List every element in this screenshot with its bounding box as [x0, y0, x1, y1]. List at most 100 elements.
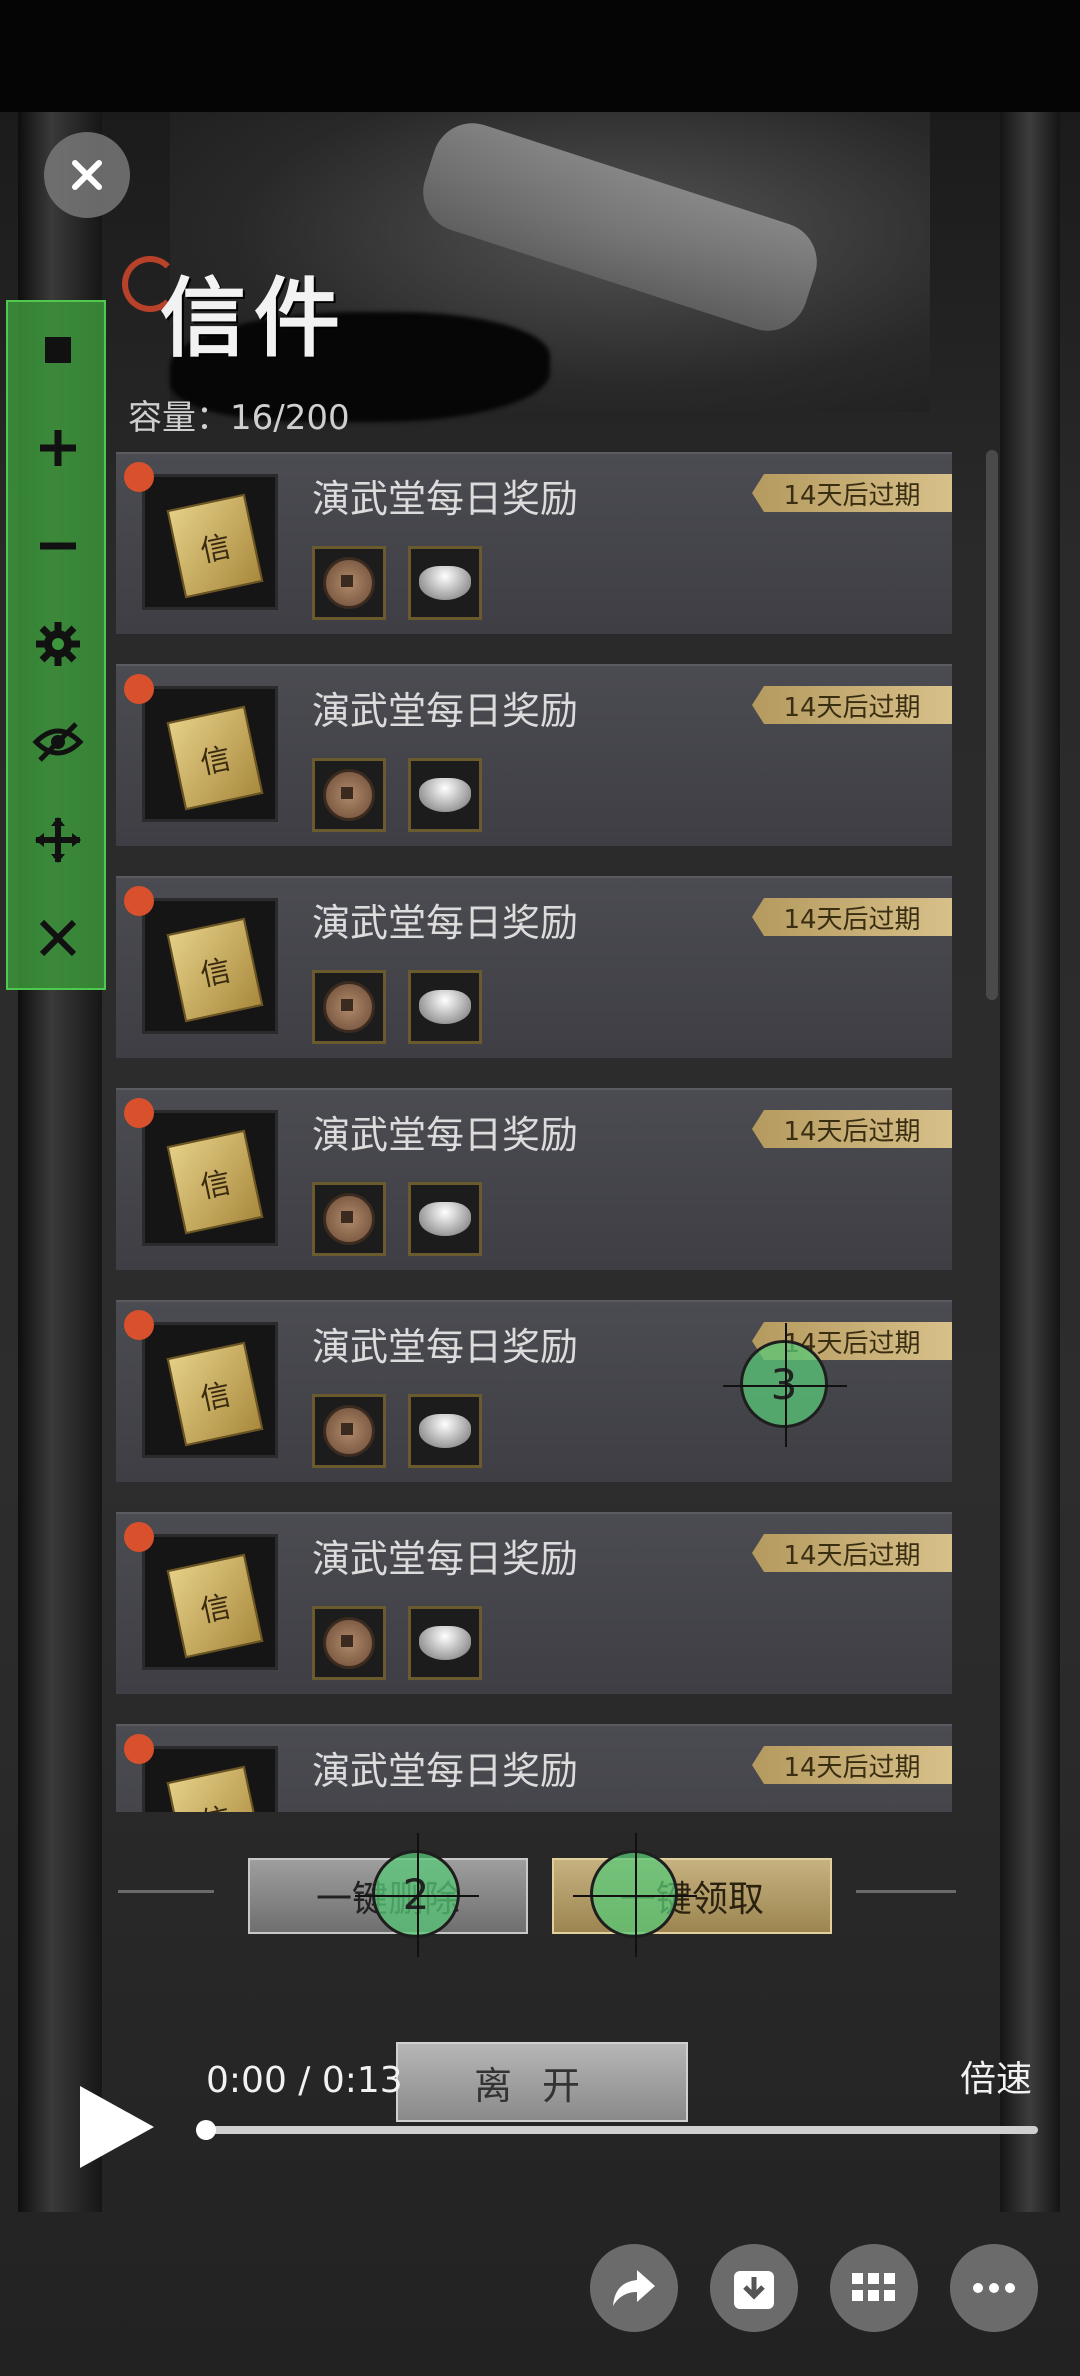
- close-button[interactable]: [44, 132, 130, 218]
- letter-char: 信: [197, 1377, 235, 1418]
- letter-paper: 信: [166, 493, 264, 599]
- unread-dot: [124, 1734, 154, 1764]
- copper-coin-icon: [323, 1617, 375, 1669]
- unread-dot: [124, 1098, 154, 1128]
- letter-char: 信: [196, 1793, 234, 1812]
- mail-row[interactable]: 信 演武堂每日奖励 14天后过期: [116, 452, 952, 634]
- overlay-toolbar: [6, 300, 106, 990]
- mail-list: 信演武堂每日奖励 14天后过期信演武堂每日奖励 14天后过期信演武堂每日奖励 14天后…: [116, 452, 952, 1812]
- unread-dot: [124, 1310, 154, 1340]
- expire-badge: 14天后过期: [752, 1534, 952, 1572]
- unread-dot: [124, 674, 154, 704]
- expire-badge: 14天后过期: [752, 686, 952, 724]
- apps-button[interactable]: [830, 2244, 918, 2332]
- unread-dot: [124, 886, 154, 916]
- silver-ingot-icon: [419, 990, 471, 1024]
- list-scrollbar[interactable]: [986, 450, 998, 1000]
- mail-title: 演武堂每日奖励: [312, 901, 579, 945]
- mail-row[interactable]: 信 演武堂每日奖励 14天后过期: [116, 1088, 952, 1270]
- letter-char: 信: [197, 529, 235, 570]
- hide-icon[interactable]: [30, 714, 86, 770]
- mail-row[interactable]: 信 演武堂每日奖励 14天后过期: [116, 876, 952, 1058]
- expire-badge: 14天后过期: [752, 1110, 952, 1148]
- progress-knob[interactable]: [196, 2120, 216, 2140]
- share-button[interactable]: [590, 2244, 678, 2332]
- letter-paper: 信: [166, 1341, 264, 1447]
- letter-paper: 信: [166, 705, 264, 811]
- progress-track[interactable]: [204, 2126, 1038, 2134]
- letter-icon: 信: [142, 474, 278, 610]
- reward-slot[interactable]: [312, 758, 386, 832]
- silver-ingot-icon: [419, 1414, 471, 1448]
- plus-icon[interactable]: [30, 420, 86, 476]
- minus-icon[interactable]: [30, 518, 86, 574]
- right-frame-pillar: [1000, 112, 1060, 2212]
- expire-badge: 14天后过期: [752, 898, 952, 936]
- close-icon: [72, 160, 102, 190]
- share-icon: [613, 2270, 655, 2306]
- silver-ingot-icon: [419, 1626, 471, 1660]
- reward-slot[interactable]: [312, 1394, 386, 1468]
- grid-icon: [852, 2273, 895, 2301]
- play-icon[interactable]: [70, 2082, 160, 2172]
- letter-paper: 信: [166, 1129, 264, 1235]
- mail-row[interactable]: 信 演武堂每日奖励 14天后过期: [116, 1724, 952, 1812]
- more-icon: [973, 2283, 1015, 2293]
- letter-icon: 信: [142, 1534, 278, 1670]
- letter-icon: 信: [142, 898, 278, 1034]
- mail-capacity: 容量：16/200: [128, 398, 350, 438]
- copper-coin-icon: [323, 981, 375, 1033]
- gear-icon[interactable]: [30, 616, 86, 672]
- reward-slot[interactable]: [408, 1606, 482, 1680]
- copper-coin-icon: [323, 1405, 375, 1457]
- mail-title: 演武堂每日奖励: [312, 1325, 579, 1369]
- letter-icon: 信: [142, 1110, 278, 1246]
- page-title: 信件: [160, 268, 348, 369]
- playback-speed-button[interactable]: 倍速: [960, 2050, 1032, 2102]
- mail-row[interactable]: 信 演武堂每日奖励 14天后过期: [116, 1512, 952, 1694]
- divider-line-right: [856, 1890, 956, 1893]
- video-time: 0:00 / 0:13: [206, 2060, 403, 2101]
- unread-dot: [124, 1522, 154, 1552]
- leave-button[interactable]: 离开: [396, 2042, 688, 2122]
- tap-target-2[interactable]: 2: [355, 1833, 479, 1957]
- reward-slot[interactable]: [408, 970, 482, 1044]
- reward-slot[interactable]: [312, 1606, 386, 1680]
- more-button[interactable]: [950, 2244, 1038, 2332]
- silver-ingot-icon: [419, 1202, 471, 1236]
- letter-char: 信: [197, 953, 235, 994]
- reward-slot[interactable]: [312, 546, 386, 620]
- letter-char: 信: [197, 1589, 235, 1630]
- stop-icon[interactable]: [30, 322, 86, 378]
- mail-title: 演武堂每日奖励: [312, 477, 579, 521]
- move-icon[interactable]: [30, 812, 86, 868]
- silver-ingot-icon: [419, 778, 471, 812]
- mail-row[interactable]: 信 演武堂每日奖励 14天后过期: [116, 664, 952, 846]
- letter-paper: 信: [166, 1553, 264, 1659]
- tap-target-1[interactable]: [573, 1833, 697, 1957]
- letter-char: 信: [197, 1165, 235, 1206]
- copper-coin-icon: [323, 769, 375, 821]
- letter-char: 信: [197, 741, 235, 782]
- close-icon[interactable]: [30, 910, 86, 966]
- reward-slot[interactable]: [408, 758, 482, 832]
- expire-badge: 14天后过期: [752, 1746, 952, 1784]
- copper-coin-icon: [323, 1193, 375, 1245]
- reward-slot[interactable]: [312, 970, 386, 1044]
- download-icon: [734, 2271, 774, 2309]
- letter-icon: 信: [142, 686, 278, 822]
- reward-slot[interactable]: [408, 546, 482, 620]
- tap-target-3[interactable]: 3: [723, 1323, 847, 1447]
- silver-ingot-icon: [419, 566, 471, 600]
- mail-title: 演武堂每日奖励: [312, 689, 579, 733]
- expire-badge: 14天后过期: [752, 474, 952, 512]
- letter-icon: 信: [142, 1746, 278, 1812]
- copper-coin-icon: [323, 557, 375, 609]
- reward-slot[interactable]: [408, 1182, 482, 1256]
- mail-title: 演武堂每日奖励: [312, 1749, 579, 1793]
- reward-slot[interactable]: [408, 1394, 482, 1468]
- download-button[interactable]: [710, 2244, 798, 2332]
- mail-title: 演武堂每日奖励: [312, 1537, 579, 1581]
- divider-line-left: [118, 1890, 214, 1893]
- reward-slot[interactable]: [312, 1182, 386, 1256]
